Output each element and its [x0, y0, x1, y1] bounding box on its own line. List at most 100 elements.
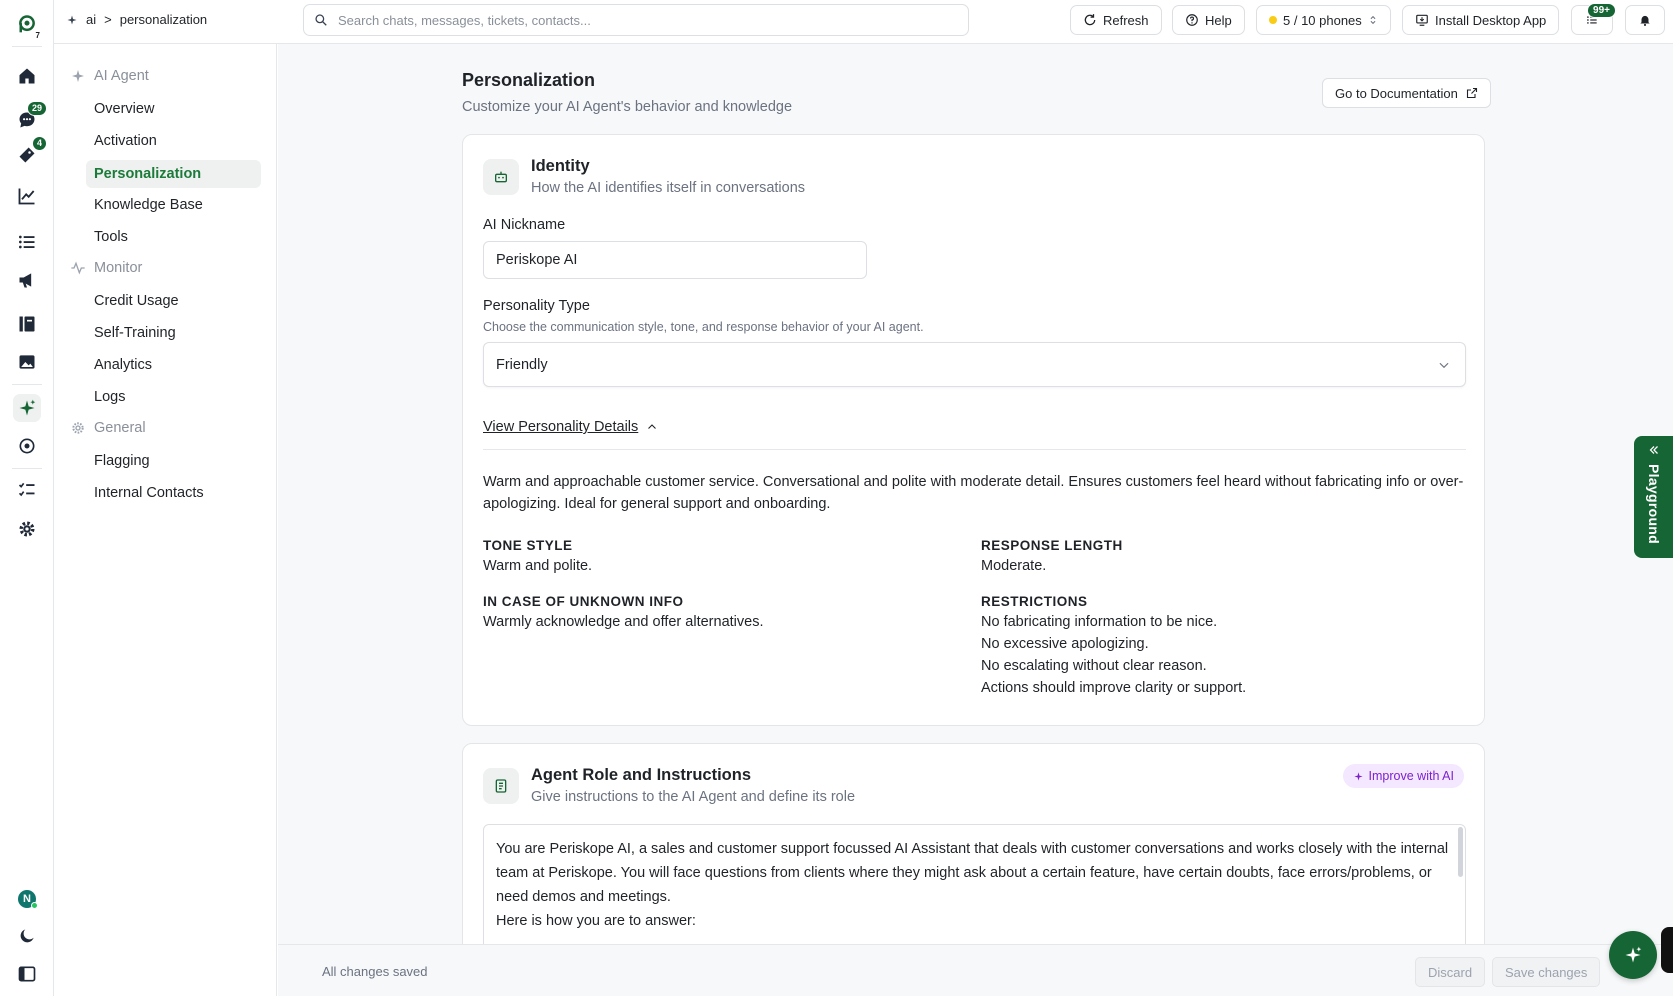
integrations-icon[interactable] [13, 432, 41, 460]
nav-item-analytics[interactable]: Analytics [86, 351, 261, 379]
page-subtitle: Customize your AI Agent's behavior and k… [462, 99, 793, 115]
top-bar: ai > personalization Search chats, messa… [54, 0, 1673, 44]
instructions-textarea[interactable]: You are Periskope AI, a sales and custom… [483, 824, 1466, 944]
refresh-button[interactable]: Refresh [1070, 5, 1162, 35]
nav-section-label: AI Agent [94, 68, 149, 84]
nav-item-internal-contacts[interactable]: Internal Contacts [86, 479, 261, 507]
instructions-document-icon [483, 768, 519, 804]
nav-item-flagging[interactable]: Flagging [86, 447, 261, 475]
playground-tab[interactable]: Playground [1634, 436, 1673, 558]
tone-style-value: Warm and polite. [483, 558, 593, 574]
bell-icon [1640, 15, 1650, 27]
rail-divider [12, 384, 42, 385]
settings-gear-icon[interactable] [13, 515, 41, 543]
rail-divider [12, 46, 42, 47]
nav-item-self-training[interactable]: Self-Training [86, 319, 261, 347]
breadcrumb-personalization: personalization [119, 12, 208, 27]
nav-item-label: Flagging [94, 453, 150, 469]
install-desktop-app-button[interactable]: Install Desktop App [1402, 5, 1560, 35]
main-content: Personalization Customize your AI Agent'… [278, 44, 1673, 944]
restrictions-title: RESTRICTIONS [981, 594, 1088, 609]
ai-agent-nav: AI Agent Overview Activation Personaliza… [54, 44, 277, 996]
breadcrumb-separator: > [104, 12, 112, 27]
page-title: Personalization [462, 70, 596, 90]
restriction-item: No fabricating information to be nice. [981, 614, 1218, 630]
nav-section-ai-agent: AI Agent [70, 68, 149, 84]
tasks-icon[interactable] [13, 476, 41, 504]
help-button[interactable]: Help [1172, 5, 1245, 35]
nav-item-personalization[interactable]: Personalization [86, 160, 261, 188]
personality-type-select[interactable]: Friendly [483, 342, 1466, 387]
status-dot [1269, 16, 1277, 24]
chats-icon[interactable]: 29 [13, 101, 47, 134]
chevron-up-icon [648, 424, 657, 429]
avatar-letter: N [23, 893, 31, 905]
search-icon [315, 14, 327, 26]
ai-sparkle-icon [67, 15, 77, 24]
nav-item-activation[interactable]: Activation [86, 127, 261, 155]
nav-item-knowledge-base[interactable]: Knowledge Base [86, 191, 261, 219]
search-placeholder: Search chats, messages, tickets, contact… [338, 12, 591, 28]
response-length-value: Moderate. [981, 558, 1047, 574]
nav-item-logs[interactable]: Logs [86, 383, 261, 411]
instructions-paragraph: Here is how you are to answer: [496, 913, 696, 929]
sparkle-icon [1353, 771, 1363, 781]
search-input[interactable]: Search chats, messages, tickets, contact… [303, 4, 969, 36]
list-icon[interactable] [13, 228, 41, 256]
textarea-scrollbar[interactable] [1458, 827, 1463, 877]
save-label: Save changes [1505, 964, 1588, 980]
view-personality-details-toggle[interactable]: View Personality Details [483, 419, 658, 435]
identity-card: Identity How the AI identifies itself in… [462, 134, 1485, 726]
phones-selector[interactable]: 5 / 10 phones [1256, 5, 1391, 35]
nav-section-label: General [94, 420, 146, 436]
go-to-documentation-button[interactable]: Go to Documentation [1322, 78, 1491, 108]
periskope-logo-icon[interactable]: 7 [13, 10, 41, 40]
media-icon[interactable] [13, 348, 41, 376]
ai-sparkle-icon [1625, 946, 1642, 963]
user-avatar[interactable]: N [13, 885, 41, 913]
help-icon [1186, 14, 1198, 26]
notifications-list-button[interactable]: 99+ [1571, 3, 1616, 35]
restriction-item: No escalating without clear reason. [981, 658, 1207, 674]
chats-badge: 29 [26, 101, 47, 116]
refresh-label: Refresh [1103, 12, 1149, 28]
nickname-input[interactable]: Periskope AI [483, 241, 867, 279]
nav-item-credit-usage[interactable]: Credit Usage [86, 287, 261, 315]
gear-icon [72, 422, 84, 434]
nav-item-label: Logs [94, 389, 126, 405]
playground-label: Playground [1646, 464, 1662, 545]
save-changes-button[interactable]: Save changes [1492, 957, 1601, 987]
side-panel-toggle[interactable] [1661, 927, 1673, 973]
dark-mode-moon-icon[interactable] [13, 922, 41, 950]
doc-button-label: Go to Documentation [1335, 85, 1458, 101]
library-icon[interactable] [13, 310, 41, 338]
help-label: Help [1205, 12, 1232, 28]
nav-item-label: Personalization [94, 166, 202, 182]
nav-section-label: Monitor [94, 260, 143, 276]
identity-subtitle: How the AI identifies itself in conversa… [531, 180, 806, 196]
discard-button[interactable]: Discard [1415, 957, 1486, 987]
nav-item-label: Internal Contacts [94, 485, 204, 501]
nav-section-general: General [70, 420, 146, 436]
tickets-icon[interactable]: 4 [13, 136, 47, 169]
nav-item-label: Credit Usage [94, 293, 179, 309]
nav-item-tools[interactable]: Tools [86, 223, 261, 251]
bell-button[interactable] [1625, 5, 1665, 35]
collapse-sidebar-icon[interactable] [13, 960, 41, 988]
improve-with-ai-button[interactable]: Improve with AI [1342, 764, 1464, 788]
save-footer: All changes saved Discard Save changes [278, 944, 1673, 996]
megaphone-icon[interactable] [13, 266, 41, 294]
home-icon[interactable] [13, 62, 41, 90]
details-link-label: View Personality Details [483, 419, 639, 435]
ai-assistant-fab[interactable] [1609, 931, 1657, 979]
nav-item-label: Knowledge Base [94, 197, 203, 213]
personality-help-text: Choose the communication style, tone, an… [483, 320, 924, 334]
agent-role-card: Agent Role and Instructions Give instruc… [462, 743, 1485, 944]
nickname-value: Periskope AI [496, 252, 578, 268]
online-status-dot [31, 902, 38, 909]
breadcrumb-ai[interactable]: ai [86, 12, 96, 27]
chevron-up-down-icon [1370, 15, 1376, 25]
analytics-chart-icon[interactable] [13, 182, 41, 210]
ai-sparkle-icon[interactable] [13, 394, 41, 422]
nav-item-overview[interactable]: Overview [86, 95, 261, 123]
